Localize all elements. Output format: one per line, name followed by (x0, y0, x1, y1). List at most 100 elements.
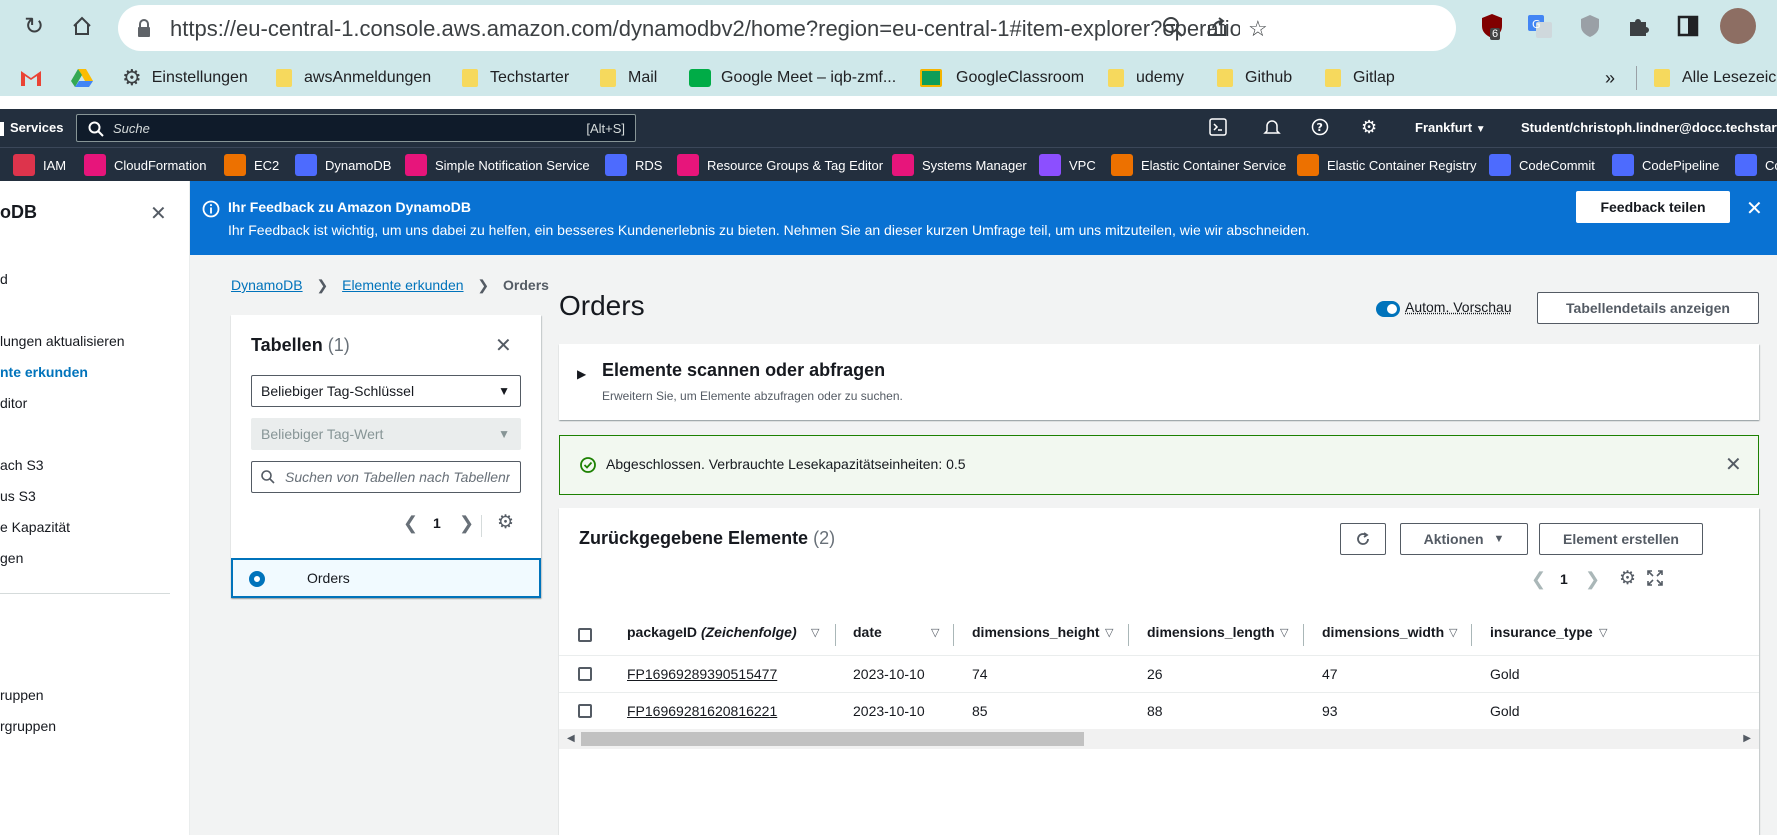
fav-ec2[interactable]: EC2 (224, 152, 279, 178)
column-header-dimensions-width[interactable]: dimensions_width (1322, 624, 1444, 640)
region-selector[interactable]: Frankfurt ▼ (1415, 120, 1486, 135)
profile-avatar[interactable] (1720, 8, 1756, 44)
cloudshell-icon[interactable] (1209, 118, 1227, 141)
next-page-icon[interactable]: ❯ (1585, 569, 1600, 590)
bookmark-einstellungen[interactable]: ⚙ Einstellungen (122, 64, 248, 92)
sort-icon[interactable]: ▽ (1105, 626, 1113, 639)
bookmark-google-meet[interactable]: Google Meet – iqb-zmf... (689, 64, 896, 92)
bookmark-awsanmeldungen[interactable]: awsAnmeldungen (276, 64, 431, 92)
close-sidebar-icon[interactable]: ✕ (150, 201, 167, 226)
scan-query-panel[interactable]: ▶ Elemente scannen oder abfragen Erweite… (559, 344, 1759, 420)
scan-title[interactable]: Elemente scannen oder abfragen (602, 360, 885, 381)
translate-icon[interactable]: G (1526, 12, 1554, 40)
gmail-icon[interactable] (20, 64, 42, 92)
select-all-checkbox[interactable] (578, 628, 592, 642)
package-id-link[interactable]: FP16969289390515477 (627, 666, 777, 682)
bookmark-udemy[interactable]: udemy (1108, 64, 1184, 92)
package-id-link[interactable]: FP16969281620816221 (627, 703, 777, 719)
fullscreen-icon[interactable] (1647, 570, 1663, 591)
auto-preview-label[interactable]: Autom. Vorschau (1405, 299, 1512, 315)
sidebar-item[interactable]: rgruppen (0, 718, 56, 734)
page-number[interactable]: 1 (1560, 571, 1568, 587)
sidebar-item-active[interactable]: nte erkunden (0, 364, 88, 380)
help-icon[interactable]: ? (1311, 118, 1329, 141)
close-banner-icon[interactable]: ✕ (1746, 196, 1763, 221)
actions-button[interactable]: Aktionen ▼ (1400, 523, 1528, 555)
prev-page-icon[interactable]: ❮ (1531, 569, 1546, 590)
bookmark-github[interactable]: Github (1217, 64, 1292, 92)
fav-codepipeline[interactable]: CodePipeline (1612, 152, 1719, 178)
notifications-bell-icon[interactable] (1263, 118, 1281, 141)
page-number[interactable]: 1 (433, 515, 441, 531)
shield-icon[interactable] (1576, 12, 1604, 40)
column-header-dimensions-height[interactable]: dimensions_height (972, 624, 1100, 640)
ublock-icon[interactable]: 6 (1478, 12, 1506, 40)
extensions-puzzle-icon[interactable] (1624, 12, 1652, 40)
fav-ecr[interactable]: Elastic Container Registry (1297, 152, 1477, 178)
bookmark-star-icon[interactable]: ☆ (1248, 16, 1268, 42)
fav-more[interactable]: Co (1735, 152, 1777, 178)
bookmark-all[interactable]: Alle Lesezeic (1654, 64, 1776, 92)
horizontal-scrollbar[interactable]: ◀ ▶ (559, 729, 1759, 749)
next-page-icon[interactable]: ❯ (459, 513, 474, 534)
table-details-button[interactable]: Tabellendetails anzeigen (1537, 292, 1759, 324)
column-header-dimensions-length[interactable]: dimensions_length (1147, 624, 1275, 640)
table-row-orders[interactable]: Orders (231, 558, 541, 598)
column-header-packageid[interactable]: packageID (Zeichenfolge) (627, 624, 797, 640)
column-header-date[interactable]: date (853, 624, 882, 640)
fav-vpc[interactable]: VPC (1039, 152, 1096, 178)
fav-sns[interactable]: Simple Notification Service (405, 152, 590, 178)
fav-ecs[interactable]: Elastic Container Service (1111, 152, 1286, 178)
sidebar-item[interactable]: ruppen (0, 687, 44, 703)
sidebar-item[interactable]: ditor (0, 395, 27, 411)
bookmark-googleclassroom[interactable]: GoogleClassroom (920, 64, 1084, 92)
tag-key-select[interactable]: Beliebiger Tag-Schlüssel ▼ (251, 375, 521, 407)
share-icon[interactable] (1206, 16, 1228, 44)
scroll-right-icon[interactable]: ▶ (1743, 733, 1751, 744)
sort-icon[interactable]: ▽ (931, 626, 939, 639)
home-icon[interactable] (68, 12, 96, 40)
scroll-left-icon[interactable]: ◀ (567, 733, 575, 744)
column-header-insurance-type[interactable]: insurance_type (1490, 624, 1593, 640)
fav-cloudformation[interactable]: CloudFormation (84, 152, 207, 178)
account-menu[interactable]: Student/christoph.lindner@docc.techstart… (1521, 120, 1777, 135)
prev-page-icon[interactable]: ❮ (403, 513, 418, 534)
breadcrumb-elements[interactable]: Elemente erkunden (342, 277, 463, 293)
auto-preview-toggle[interactable] (1376, 301, 1400, 317)
preferences-gear-icon[interactable]: ⚙ (497, 511, 514, 534)
bookmark-techstarter[interactable]: Techstarter (462, 64, 569, 92)
bookmark-mail[interactable]: Mail (600, 64, 657, 92)
table-search-input[interactable]: Suchen von Tabellen nach Tabellenname (251, 461, 521, 493)
create-item-button[interactable]: Element erstellen (1539, 523, 1703, 555)
reload-icon[interactable]: ↻ (20, 12, 48, 40)
breadcrumb-dynamodb[interactable]: DynamoDB (231, 277, 303, 293)
sidebar-item[interactable]: us S3 (0, 488, 36, 504)
tag-value-select[interactable]: Beliebiger Tag-Wert ▼ (251, 418, 521, 450)
refresh-button[interactable] (1340, 523, 1386, 555)
close-panel-icon[interactable]: ✕ (495, 333, 512, 358)
sort-icon[interactable]: ▽ (1599, 626, 1607, 639)
fav-codecommit[interactable]: CodeCommit (1489, 152, 1595, 178)
more-bookmarks-icon[interactable]: » (1605, 64, 1615, 92)
bookmark-gitlap[interactable]: Gitlap (1325, 64, 1395, 92)
address-bar[interactable]: https://eu-central-1.console.aws.amazon.… (118, 5, 1456, 51)
sidebar-item[interactable]: ach S3 (0, 457, 44, 473)
sidebar-item[interactable]: gen (0, 550, 23, 566)
preferences-gear-icon[interactable]: ⚙ (1619, 567, 1636, 590)
feedback-button[interactable]: Feedback teilen (1576, 191, 1730, 223)
close-alert-icon[interactable]: ✕ (1725, 452, 1742, 477)
sidebar-item[interactable]: d (0, 271, 8, 287)
radio-selected[interactable] (249, 571, 265, 587)
sort-icon[interactable]: ▽ (1449, 626, 1457, 639)
aws-search-input[interactable]: Suche [Alt+S] (76, 114, 636, 142)
sort-icon[interactable]: ▽ (1280, 626, 1288, 639)
row-checkbox[interactable] (578, 704, 592, 718)
sort-icon[interactable]: ▽ (811, 626, 819, 639)
scrollbar-thumb[interactable] (581, 732, 1084, 746)
row-checkbox[interactable] (578, 667, 592, 681)
settings-gear-icon[interactable]: ⚙ (1361, 117, 1377, 138)
sidebar-item[interactable]: lungen aktualisieren (0, 333, 125, 349)
services-menu[interactable]: Services (0, 120, 64, 136)
fav-dynamodb[interactable]: DynamoDB (295, 152, 391, 178)
google-drive-icon[interactable] (71, 64, 93, 92)
